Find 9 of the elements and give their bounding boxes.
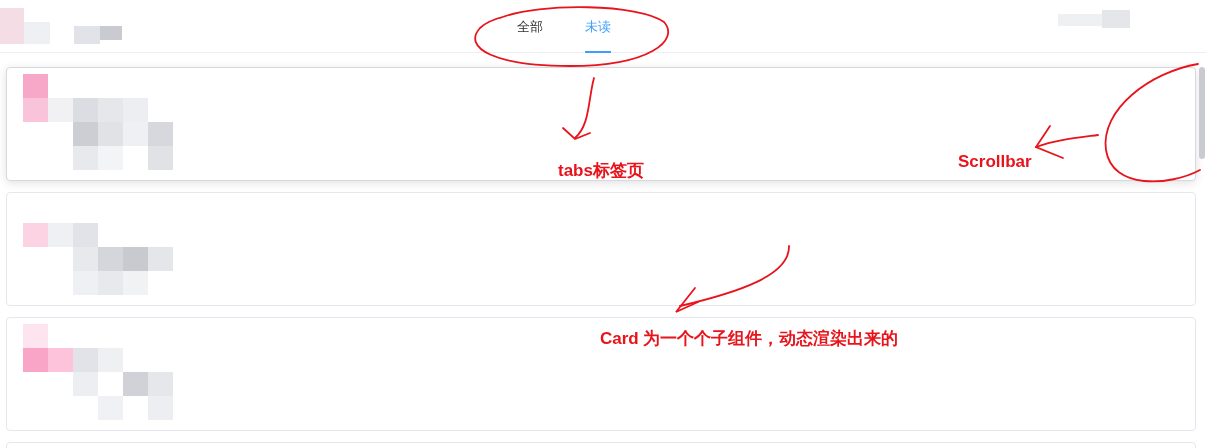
card[interactable] [6, 317, 1196, 431]
arrow-annotation [562, 77, 595, 141]
tab[interactable]: 全部 [517, 0, 543, 53]
annotation-label: Card 为一个个子组件，动态渲染出来的 [600, 329, 899, 350]
card[interactable] [6, 67, 1196, 181]
card[interactable] [6, 192, 1196, 306]
annotation-label: tabs标签页 [558, 161, 644, 182]
scrollbar-thumb[interactable] [1199, 67, 1205, 159]
annotation-label: Scrollbar [958, 152, 1032, 173]
